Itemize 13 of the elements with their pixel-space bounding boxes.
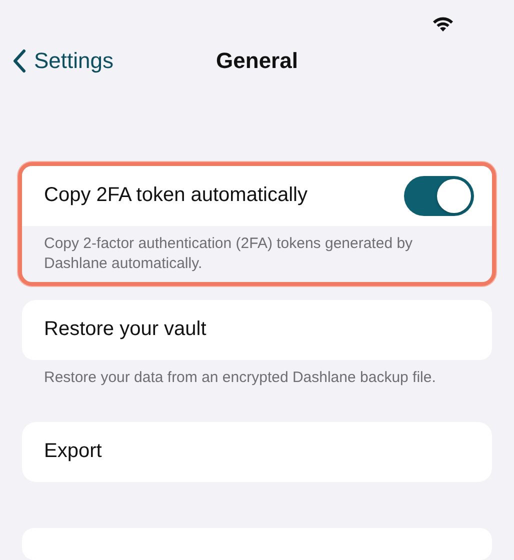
settings-row[interactable]: Copy 2FA token automatically <box>22 166 492 226</box>
page-title: General <box>216 48 298 74</box>
setting-label: Copy 2FA token automatically <box>44 184 308 208</box>
wifi-icon <box>432 16 454 32</box>
back-button[interactable]: Settings <box>12 48 114 74</box>
setting-description: Restore your data from an encrypted Dashlane backup file. <box>43 368 437 388</box>
settings-row[interactable]: Restore your vault <box>22 300 492 360</box>
toggle-switch[interactable] <box>404 176 474 216</box>
settings-row[interactable]: Export <box>22 422 492 482</box>
setting-label: Restore your vault <box>44 318 206 342</box>
setting-label: Export <box>44 440 102 464</box>
chevron-left-icon <box>12 49 26 73</box>
setting-description: Copy 2-factor authentication (2FA) tokens generated by Dashlane automatically. <box>43 234 414 274</box>
